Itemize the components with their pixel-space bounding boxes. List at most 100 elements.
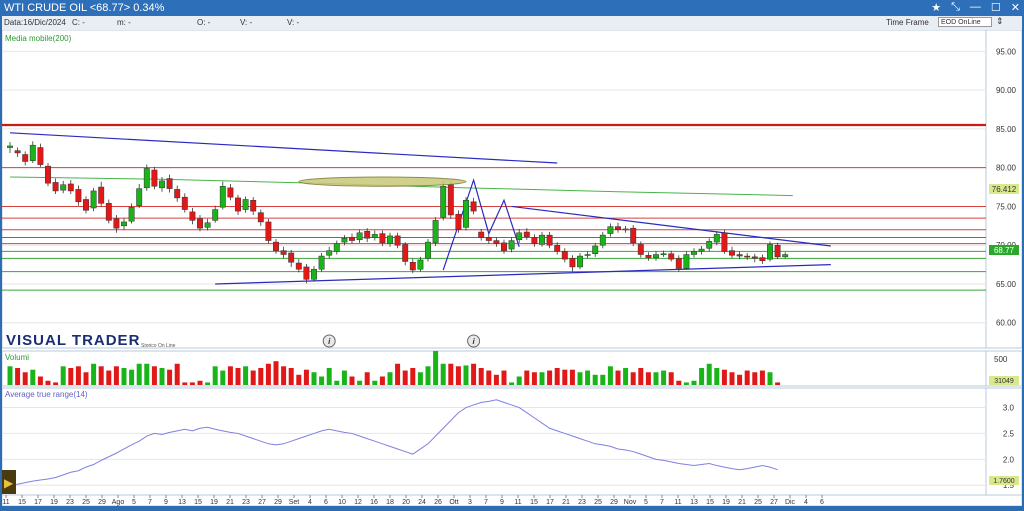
x-tick-label: 4 <box>804 499 808 506</box>
volume-bar <box>699 368 705 385</box>
candle-body <box>288 252 295 263</box>
volume-bar <box>448 363 454 385</box>
candle-body <box>60 184 67 191</box>
candle-body <box>75 189 82 203</box>
volume-bar <box>569 369 575 385</box>
candle-body <box>379 233 386 244</box>
candle-body <box>128 206 135 222</box>
volume-bar <box>744 370 750 385</box>
x-tick-label: 6 <box>820 499 824 506</box>
volume-bar <box>68 368 74 385</box>
candle-body <box>166 178 173 189</box>
candle-body <box>706 241 713 249</box>
price-tick-label: 65.00 <box>996 280 1017 289</box>
candle-body <box>356 232 363 241</box>
volume-bar <box>197 380 203 385</box>
volume-bar <box>645 372 651 385</box>
x-tick-label: 9 <box>164 499 168 506</box>
volume-bar <box>265 363 271 385</box>
candle-body <box>516 232 523 241</box>
price-tick-label: 95.00 <box>996 47 1017 56</box>
var-readout: V: - <box>240 18 253 27</box>
volume-bar <box>30 369 36 385</box>
volume-bar <box>668 372 674 385</box>
atr-value-label: 1.7600 <box>993 478 1015 485</box>
volume-bar <box>136 363 142 385</box>
x-tick-label: 11 <box>2 499 9 506</box>
candle-body <box>90 190 97 209</box>
candle-body <box>751 256 758 259</box>
x-tick-label: 23 <box>66 499 74 506</box>
volume-bar <box>501 370 507 385</box>
volume-bar <box>372 380 378 385</box>
volume-bar <box>303 369 309 385</box>
volume-bar <box>691 380 697 385</box>
x-tick-label: 9 <box>500 499 504 506</box>
price-tick-label: 75.00 <box>996 202 1017 211</box>
volume-bar <box>243 366 249 385</box>
candle-body <box>280 250 287 255</box>
minimize-icon[interactable]: — <box>970 1 981 14</box>
resize-icon[interactable]: ⤡ <box>951 1 960 14</box>
volume-bar <box>775 382 781 385</box>
candle-body <box>774 244 781 258</box>
volume-bar <box>471 363 477 385</box>
volume-bar <box>425 366 431 385</box>
favorite-icon[interactable]: ★ <box>931 1 941 14</box>
candle-body <box>660 253 667 255</box>
candle-body <box>759 257 766 261</box>
x-tick-label: 21 <box>562 499 570 506</box>
candle-body <box>432 220 439 244</box>
volume-bar <box>281 366 287 385</box>
volume-bar <box>455 366 461 385</box>
volume-bar <box>417 372 423 385</box>
candle-body <box>326 250 333 256</box>
candle-body <box>569 258 576 268</box>
volume-bar <box>45 380 51 385</box>
candle-body <box>485 237 492 241</box>
candle-body <box>349 237 355 241</box>
x-tick-label: 4 <box>308 499 312 506</box>
volume-bar <box>387 372 393 385</box>
maximize-icon[interactable]: ☐ <box>991 1 1001 14</box>
volume-bar <box>607 366 613 385</box>
volume-bar <box>585 370 591 385</box>
scroll-left-icon[interactable]: ▶ <box>4 476 14 490</box>
volume-bar <box>174 363 180 385</box>
volume-bar <box>296 374 302 385</box>
x-tick-label: 16 <box>370 499 378 506</box>
volume-bar <box>113 366 119 385</box>
candle-body <box>508 240 515 250</box>
timeframe-select[interactable]: EOD OnLine <box>938 17 992 27</box>
volume-bar <box>258 368 264 385</box>
timeframe-dropdown-icon[interactable]: ⇕ <box>996 16 1004 27</box>
price-chart[interactable]: 95.0090.0085.0080.0075.0070.0065.0060.00… <box>1 29 1023 507</box>
chart-area[interactable]: 95.0090.0085.0080.0075.0070.0065.0060.00… <box>1 29 1023 507</box>
volume-bar <box>577 372 583 385</box>
volume-bar <box>235 368 241 385</box>
volume-bar <box>357 380 363 385</box>
x-tick-label: 27 <box>770 499 778 506</box>
candle-body <box>204 222 211 228</box>
volume-bar <box>395 363 401 385</box>
volume-bar <box>676 380 682 385</box>
candle-body <box>615 226 621 230</box>
candle-body <box>105 203 112 221</box>
candle-body <box>136 188 143 206</box>
candle-body <box>478 231 485 238</box>
candle-body <box>691 251 697 255</box>
volume-bar <box>60 366 66 385</box>
candle-body <box>67 183 74 192</box>
atr-label: Average true range(14) <box>5 390 88 399</box>
close-icon[interactable]: ✕ <box>1011 1 1020 14</box>
candle-body <box>584 254 591 256</box>
volume-bar <box>75 366 81 385</box>
volume-bar <box>562 369 568 385</box>
volume-bar <box>410 368 416 385</box>
x-tick-label: 29 <box>610 499 618 506</box>
candle-body <box>371 234 378 238</box>
x-tick-label: 23 <box>578 499 586 506</box>
volume-bar <box>539 372 545 385</box>
volume-bar <box>592 374 598 385</box>
open-readout: O: - <box>197 18 211 27</box>
